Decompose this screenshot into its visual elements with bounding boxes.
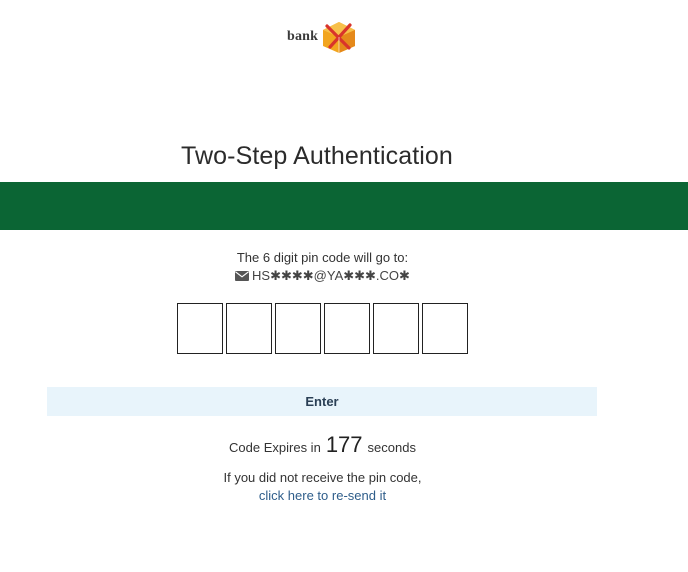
expiry-countdown: 177 [325, 432, 363, 457]
resend-prompt: If you did not receive the pin code, [223, 470, 422, 485]
envelope-icon [235, 271, 250, 281]
cube-logo-icon [323, 22, 356, 53]
pin-digit-6[interactable] [422, 303, 468, 354]
expiry-suffix: seconds [367, 440, 416, 455]
pin-digit-4[interactable] [324, 303, 370, 354]
destination-value: HS✱✱✱✱@YA✱✱✱.CO✱ [0, 268, 645, 284]
code-expiry: Code Expires in 177 seconds [0, 432, 645, 458]
two-step-auth-page: bank Two-Step Authentication The 6 digit… [0, 0, 688, 572]
header-band [0, 182, 688, 230]
logo-text: bank [287, 29, 319, 44]
page-title: Two-Step Authentication [181, 142, 453, 170]
pin-input-group [177, 303, 468, 354]
masked-email: HS✱✱✱✱@YA✱✱✱.CO✱ [252, 268, 410, 283]
enter-button[interactable]: Enter [47, 387, 597, 416]
destination-label: The 6 digit pin code will go to: [236, 250, 409, 265]
resend-link[interactable]: click here to re-send it [259, 488, 386, 503]
pin-digit-3[interactable] [275, 303, 321, 354]
pin-digit-1[interactable] [177, 303, 223, 354]
expiry-prefix: Code Expires in [229, 440, 321, 455]
bank-logo: bank [287, 20, 359, 54]
pin-digit-5[interactable] [373, 303, 419, 354]
resend-link-container: click here to re-send it [0, 488, 645, 503]
pin-digit-2[interactable] [226, 303, 272, 354]
